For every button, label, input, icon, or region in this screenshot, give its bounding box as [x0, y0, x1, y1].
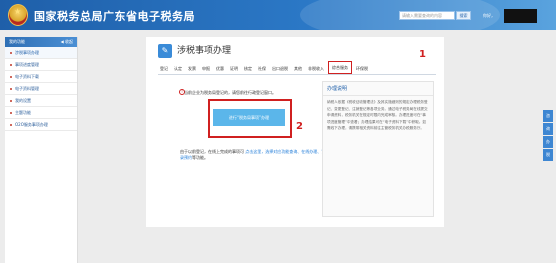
sidebar-item-docs[interactable]: 电子资料管理: [5, 83, 77, 95]
edit-icon: ✎: [158, 44, 172, 58]
sidebar-item-label: 主题功能: [15, 109, 31, 115]
sidebar-collapse-button[interactable]: ◀ 收起: [61, 39, 73, 45]
tip-text-body: 由于以前登记，在线上完成的事项可: [180, 149, 246, 154]
tip-text-tail: 等功能。: [192, 155, 208, 160]
tab-export-refund[interactable]: 出口退税: [270, 64, 290, 74]
sidebar-header: 我的功能 ◀ 收起: [5, 37, 77, 47]
float-query-button[interactable]: 询: [543, 123, 553, 135]
user-name-redacted[interactable]: [504, 9, 537, 23]
sidebar-item-label: O2O服务事项办理: [15, 121, 48, 127]
tab-declaration[interactable]: 申报: [200, 64, 212, 74]
search-button[interactable]: 搜索: [456, 11, 471, 20]
bullet-icon: [10, 63, 12, 66]
annotation-number-2: 2: [296, 121, 303, 132]
tab-recognition[interactable]: 认定: [172, 64, 184, 74]
sidebar-item-label: 电子资料下载: [15, 73, 39, 79]
tab-other[interactable]: 其他: [292, 64, 304, 74]
tab-invoice[interactable]: 发票: [186, 64, 198, 74]
sidebar-item-download[interactable]: 电子资料下载: [5, 71, 77, 83]
sidebar-item-tax-matters[interactable]: 涉税事项办理: [5, 47, 77, 59]
tip-text: 由于以前登记，在线上完成的事项可 点击这里，选择对应功能查询、在线办理、记录预约…: [180, 149, 328, 161]
category-tabs: 登记 认定 发票 申报 优惠 证明 核定 社保 出口退税 其他 非税收入 综合服…: [158, 61, 436, 75]
enter-tax-matters-button[interactable]: 进行“税务局事项”办理: [213, 109, 285, 126]
sidebar-item-topics[interactable]: 主题功能: [5, 107, 77, 119]
bullet-icon: [10, 51, 12, 54]
tab-non-tax[interactable]: 非税收入: [306, 64, 326, 74]
page-title: 涉税事项办理: [177, 46, 232, 56]
top-header: ★ 国家税务总局广东省电子税务局 请输入需要查询的内容 搜索 你好，: [0, 0, 556, 30]
tab-comprehensive-service[interactable]: 综合服务: [328, 61, 352, 74]
bullet-icon: [10, 87, 12, 90]
float-handle-button[interactable]: 办: [543, 136, 553, 148]
tab-social-insurance[interactable]: 社保: [256, 64, 268, 74]
sidebar-item-label: 我的设置: [15, 97, 31, 103]
sidebar-title: 我的功能: [9, 39, 25, 44]
tab-preference[interactable]: 优惠: [214, 64, 226, 74]
instructions-panel: 办理说明 纳税人依据《税收征收管理法》及其实施细则的规定办理税务登记、变更登记、…: [322, 81, 434, 217]
sidebar-item-settings[interactable]: 我的设置: [5, 95, 77, 107]
sidebar: 我的功能 ◀ 收起 涉税事项办理 事项进度管理 电子资料下载 电子资料管理 我的…: [5, 37, 78, 263]
bullet-icon: [10, 99, 12, 102]
tab-environment-tax[interactable]: 环保税: [354, 64, 370, 74]
tab-assessment[interactable]: 核定: [242, 64, 254, 74]
bullet-icon: [10, 75, 12, 78]
annotation-number-1: 1: [419, 49, 426, 60]
search-input[interactable]: 请输入需要查询的内容: [399, 11, 455, 20]
tax-emblem-icon: ★: [8, 4, 28, 26]
main-content: ✎ 涉税事项办理 登记 认定 发票 申报 优惠 证明 核定 社保 出口退税 其他…: [146, 37, 444, 227]
sidebar-item-label: 电子资料管理: [15, 85, 39, 91]
site-title: 国家税务总局广东省电子税务局: [34, 10, 195, 23]
user-greeting: 你好，: [483, 13, 495, 18]
float-tax-button[interactable]: 税: [543, 149, 553, 161]
tab-registration[interactable]: 登记: [158, 64, 170, 74]
bullet-icon: [10, 111, 12, 114]
float-consult-button[interactable]: 咨: [543, 110, 553, 122]
sidebar-item-label: 事项进度管理: [15, 61, 39, 67]
bullet-icon: [10, 123, 12, 126]
sidebar-item-label: 涉税事项办理: [15, 49, 39, 55]
sidebar-item-o2o[interactable]: O2O服务事项办理: [5, 119, 77, 131]
instructions-body: 纳税人依据《税收征收管理法》及其实施细则的规定办理税务登记、变更登记、注销登记等…: [327, 100, 428, 130]
notice-text: 当前企业为税务局登记的，请您前往行政登记窗口。: [184, 90, 276, 95]
tab-certificate[interactable]: 证明: [228, 64, 240, 74]
sidebar-item-progress[interactable]: 事项进度管理: [5, 59, 77, 71]
instructions-title: 办理说明: [323, 82, 433, 96]
